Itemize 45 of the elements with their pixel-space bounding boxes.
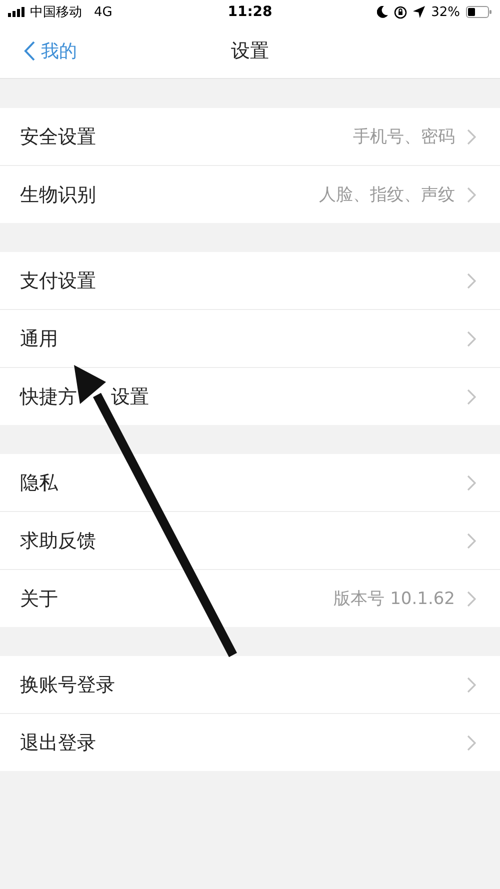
settings-row[interactable]: 求助反馈 [0,512,500,570]
chevron-icon [467,734,476,750]
chevron-icon [467,590,476,606]
settings-row[interactable]: 隐私 [0,454,500,512]
row-label: 支付设置 [20,268,96,294]
back-chevron-icon [24,41,35,61]
row-label: 求助反馈 [20,528,96,554]
battery-icon [466,6,492,18]
network-type: 4G [94,4,112,20]
row-value: 手机号、密码 [353,126,455,148]
chevron-icon [467,676,476,692]
row-label: 快捷方 [20,384,77,410]
row-label: 通用 [20,326,58,352]
row-value: 人脸、指纹、声纹 [319,184,455,206]
settings-row[interactable]: 安全设置 手机号、密码 [0,108,500,166]
row-label: 生物识别 [20,182,96,208]
chevron-icon [467,474,476,490]
chevron-icon [467,272,476,288]
settings-row[interactable]: 关于 版本号 10.1.62 [0,570,500,627]
chevron-icon [467,532,476,548]
row-label: 设置 [111,384,149,410]
clock-time: 11:28 [228,4,272,20]
row-label: 退出登录 [20,730,96,756]
location-icon [413,6,426,18]
chevron-icon [467,186,476,202]
carrier-name: 中国移动 [30,4,82,21]
settings-row[interactable]: 通用 [0,310,500,368]
moon-icon [377,6,388,18]
row-label: 关于 [20,586,58,612]
settings-row[interactable]: 快捷方 设置 [0,368,500,425]
page-title: 设置 [231,40,269,62]
battery-percent: 32% [431,4,460,20]
row-label: 隐私 [20,470,58,496]
settings-row[interactable]: 换账号登录 [0,656,500,714]
row-label: 安全设置 [20,124,96,150]
chevron-icon [467,330,476,346]
row-label: 换账号登录 [20,672,115,698]
row-value: 版本号 10.1.62 [334,588,455,610]
chevron-icon [467,128,476,144]
rotation-lock-icon [394,6,408,18]
settings-row[interactable]: 生物识别 人脸、指纹、声纹 [0,166,500,223]
settings-row[interactable]: 支付设置 [0,252,500,310]
signal-icon [8,7,26,17]
chevron-icon [467,388,476,404]
settings-row[interactable]: 退出登录 [0,714,500,771]
